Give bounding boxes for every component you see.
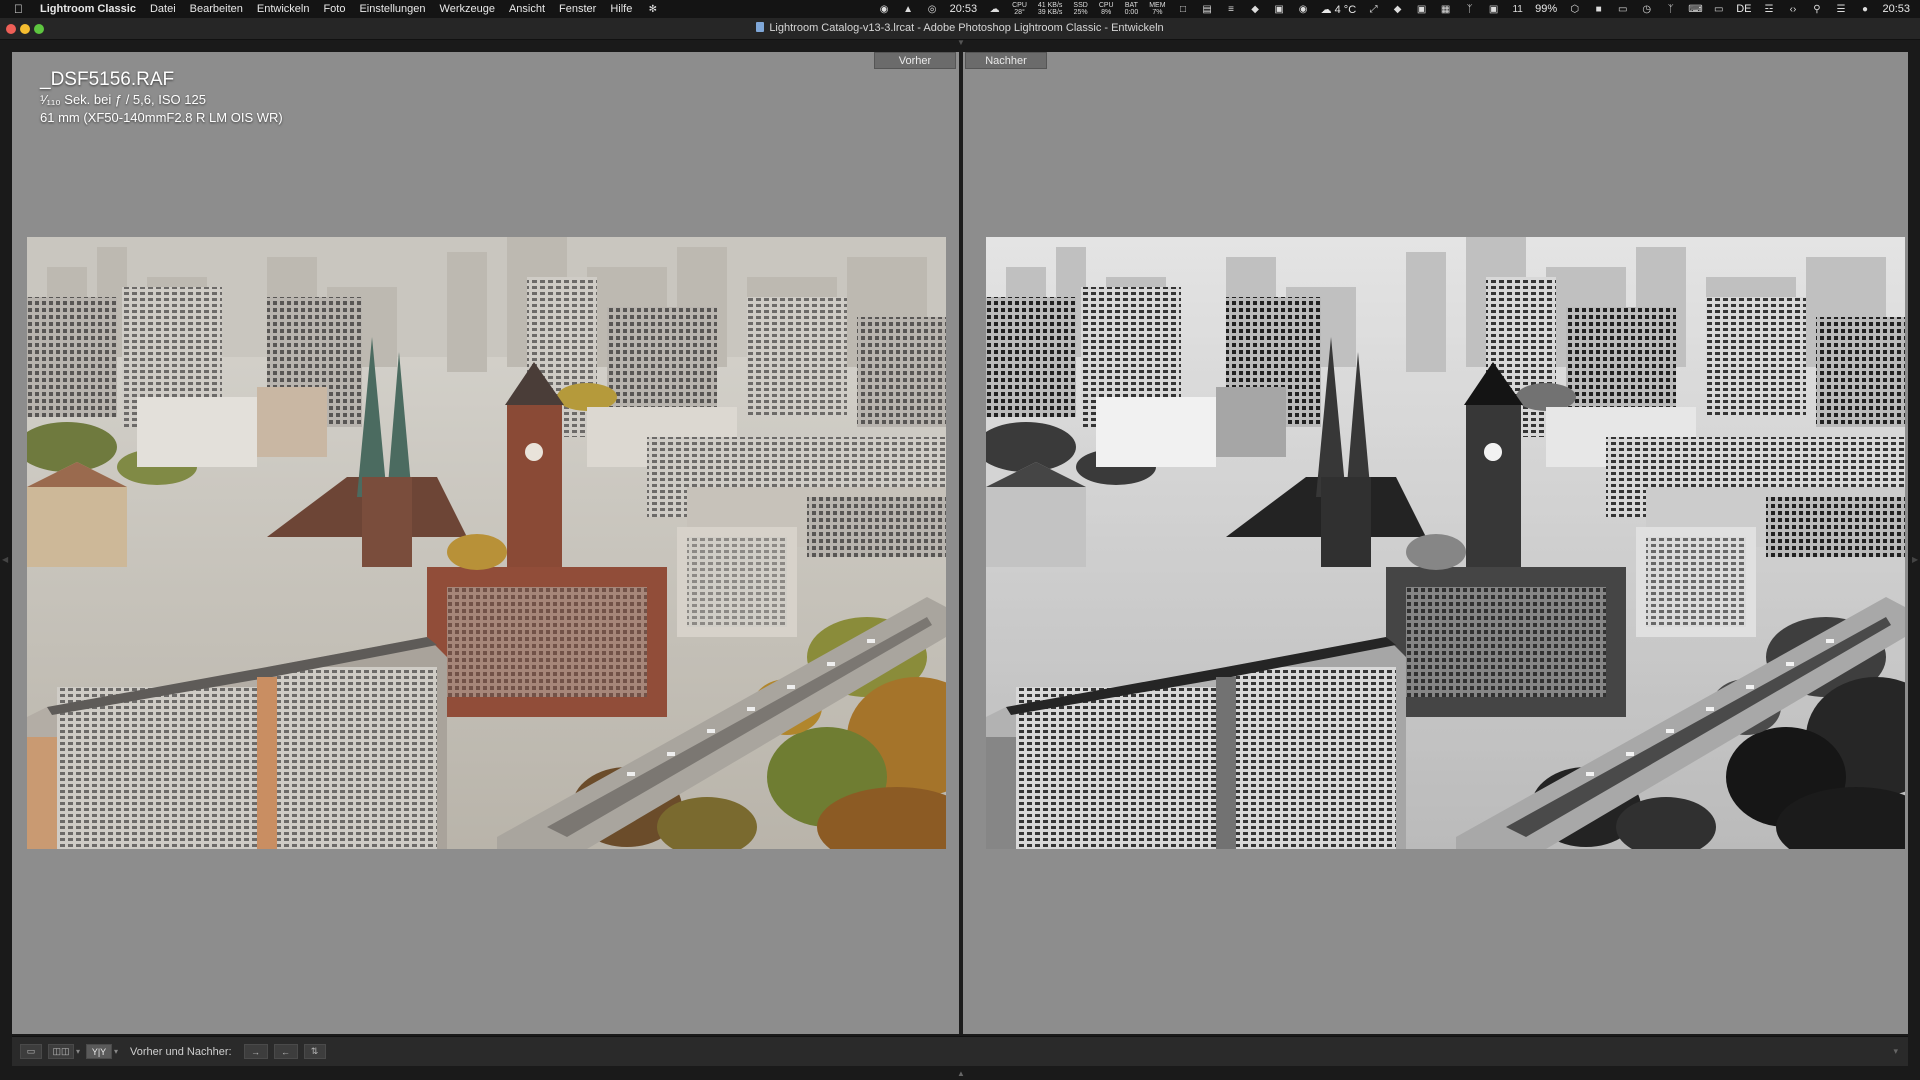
menu-foto[interactable]: Foto <box>323 3 345 15</box>
script-icon[interactable]: ✻ <box>646 4 659 15</box>
ssd-value: 25% <box>1073 9 1088 16</box>
cityscape-image <box>27 237 946 849</box>
display-icon[interactable]: ▭ <box>1616 4 1629 15</box>
keyboard-icon[interactable]: ⌨ <box>1688 4 1702 15</box>
right-panel-toggle-icon[interactable]: ▶ <box>1912 555 1918 565</box>
before-photo[interactable] <box>27 237 946 849</box>
top-panel-toggle-icon[interactable]: ▼ <box>956 39 966 47</box>
shield-icon[interactable]: ◆ <box>1249 4 1262 15</box>
copy-after-to-before-button[interactable]: ← <box>273 1044 298 1059</box>
document-icon <box>756 22 765 32</box>
clock-right[interactable]: 20:53 <box>1882 3 1910 15</box>
menu-ansicht[interactable]: Ansicht <box>509 3 545 15</box>
mem-label: MEM <box>1149 2 1166 9</box>
hex-icon[interactable]: ⬡ <box>1568 4 1581 15</box>
network-stat[interactable]: 41 KB/s 39 KB/s <box>1038 2 1063 16</box>
cityscape-image-bw <box>986 237 1905 849</box>
window-title-bar: Lightroom Catalog-v13-3.lrcat - Adobe Ph… <box>0 18 1920 40</box>
battery-icon[interactable]: ▭ <box>1712 4 1725 15</box>
memory-stat[interactable]: MEM 7% <box>1149 2 1165 16</box>
cloud-icon[interactable]: ☁ <box>988 4 1001 15</box>
terminal-icon[interactable]: ≡ <box>1225 4 1238 15</box>
battery-stat[interactable]: BAT 0:00 <box>1125 2 1139 16</box>
menu-einstellungen[interactable]: Einstellungen <box>359 3 425 15</box>
globe-icon[interactable]: ◉ <box>1297 4 1310 15</box>
cpu-temp-value: 28° <box>1014 9 1025 16</box>
clipboard-icon[interactable]: ▤ <box>1201 4 1214 15</box>
photo-info-overlay: _DSF5156.RAF ¹⁄₁₁₀ Sek. bei ƒ / 5,6, ISO… <box>40 68 283 127</box>
apple-menu-icon[interactable]:  <box>14 2 30 16</box>
clock-left[interactable]: 20:53 <box>950 3 978 15</box>
bottom-toolbar: ▭ ◫◫ ▾ Y|Y ▾ Vorher und Nachher: → ← ⇅ ▾ <box>12 1036 1908 1066</box>
mem-value: 7% <box>1152 9 1163 16</box>
loupe-view-button[interactable]: ▭ <box>20 1044 42 1059</box>
focus-icon[interactable]: ◉ <box>878 4 891 15</box>
message-icon[interactable]: ▣ <box>1273 4 1286 15</box>
menu-bearbeiten[interactable]: Bearbeiten <box>190 3 243 15</box>
grid-icon[interactable]: ▦ <box>1439 4 1452 15</box>
notification-icon[interactable]: ■ <box>1592 4 1605 15</box>
battery-percent[interactable]: 99% <box>1535 3 1557 15</box>
window-title-text: Lightroom Catalog-v13-3.lrcat - Adobe Ph… <box>769 22 1164 34</box>
cpu-usage-label: CPU <box>1098 2 1114 9</box>
wifi-icon[interactable]: ☲ <box>1762 4 1775 15</box>
dropbox-icon[interactable]: ◆ <box>1391 4 1404 15</box>
ssd-label: SSD <box>1073 2 1088 9</box>
k-icon[interactable]: ▣ <box>1415 4 1428 15</box>
page-icon[interactable]: □ <box>1177 4 1190 15</box>
copy-before-to-after-button[interactable]: → <box>243 1044 268 1059</box>
menu-bar:  Lightroom Classic Datei Bearbeiten Ent… <box>0 0 1920 18</box>
menu-datei[interactable]: Datei <box>150 3 176 15</box>
left-panel-toggle-icon[interactable]: ◀ <box>2 555 8 565</box>
menu-werkzeuge[interactable]: Werkzeuge <box>440 3 495 15</box>
net-down-value: 39 KB/s <box>1037 9 1063 16</box>
menu-fenster[interactable]: Fenster <box>559 3 596 15</box>
ssd-stat[interactable]: SSD 25% <box>1073 2 1087 16</box>
weather-value: 4 °C <box>1334 3 1357 16</box>
control-center-icon[interactable]: ☰ <box>1834 4 1847 15</box>
bat-label: BAT <box>1124 2 1138 9</box>
calendar-badge-icon[interactable]: 11 <box>1511 4 1524 15</box>
photo-exposure-info: ¹⁄₁₁₀ Sek. bei ƒ / 5,6, ISO 125 <box>40 92 206 107</box>
camera-icon[interactable]: ◎ <box>926 4 939 15</box>
photo-lens-info: 61 mm (XF50-140mmF2.8 R LM OIS WR) <box>40 110 283 125</box>
before-after-view-button[interactable]: Y|Y <box>86 1044 113 1059</box>
input-source[interactable]: DE <box>1736 3 1751 15</box>
cpu-usage-value: 8% <box>1101 9 1112 16</box>
cpu-usage-stat[interactable]: CPU 8% <box>1099 2 1114 16</box>
weather-indicator[interactable]: ☁ 4 °C <box>1321 3 1357 16</box>
menu-app-name[interactable]: Lightroom Classic <box>40 3 136 15</box>
expand-icon[interactable]: ⤢ <box>1367 4 1380 15</box>
window-title: Lightroom Catalog-v13-3.lrcat - Adobe Ph… <box>0 22 1920 34</box>
before-after-label: Vorher und Nachher: <box>130 1045 232 1058</box>
menu-entwickeln[interactable]: Entwickeln <box>257 3 310 15</box>
filmstrip-toggle-icon[interactable]: ▲ <box>956 1070 966 1078</box>
after-photo[interactable] <box>986 237 1905 849</box>
time-machine-icon[interactable]: ◷ <box>1640 4 1653 15</box>
after-label: Nachher <box>965 52 1047 69</box>
bat-value: 0:00 <box>1124 9 1139 16</box>
notion-icon[interactable]: ▣ <box>1487 4 1500 15</box>
cpu-temp-label: CPU <box>1012 2 1027 9</box>
bluetooth-icon[interactable]: ᛉ <box>1463 4 1476 15</box>
bluetooth-status-icon[interactable]: ᛉ <box>1664 4 1677 15</box>
siri-icon[interactable]: ● <box>1858 4 1871 15</box>
menu-hilfe[interactable]: Hilfe <box>610 3 632 15</box>
compare-mode-caret-icon[interactable]: ▾ <box>76 1047 80 1056</box>
status-area: ◉ ▲ ◎ 20:53 ☁ CPU 28° 41 KB/s 39 KB/s SS… <box>878 0 1910 18</box>
before-after-workspace: Vorher _DSF5156.RAF ¹⁄₁₁₀ Sek. bei ƒ / 5… <box>12 52 1908 1034</box>
swap-before-after-button[interactable]: ⇅ <box>303 1044 326 1059</box>
toolbar-options-caret-icon[interactable]: ▾ <box>1893 1046 1898 1057</box>
cpu-temp-stat[interactable]: CPU 28° <box>1012 2 1027 16</box>
app-badge-icon[interactable]: ▲ <box>902 4 915 15</box>
code-icon[interactable]: ‹› <box>1786 4 1799 15</box>
before-pane: Vorher _DSF5156.RAF ¹⁄₁₁₀ Sek. bei ƒ / 5… <box>12 52 959 1034</box>
before-label: Vorher <box>874 52 956 69</box>
net-up-value: 41 KB/s <box>1037 2 1063 9</box>
search-icon[interactable]: ⚲ <box>1810 4 1823 15</box>
after-pane: Nachher <box>963 52 1908 1034</box>
photo-file-name: _DSF5156.RAF <box>40 69 175 90</box>
compare-side-by-side-button[interactable]: ◫◫ <box>48 1044 74 1059</box>
before-after-mode-caret-icon[interactable]: ▾ <box>114 1047 118 1056</box>
